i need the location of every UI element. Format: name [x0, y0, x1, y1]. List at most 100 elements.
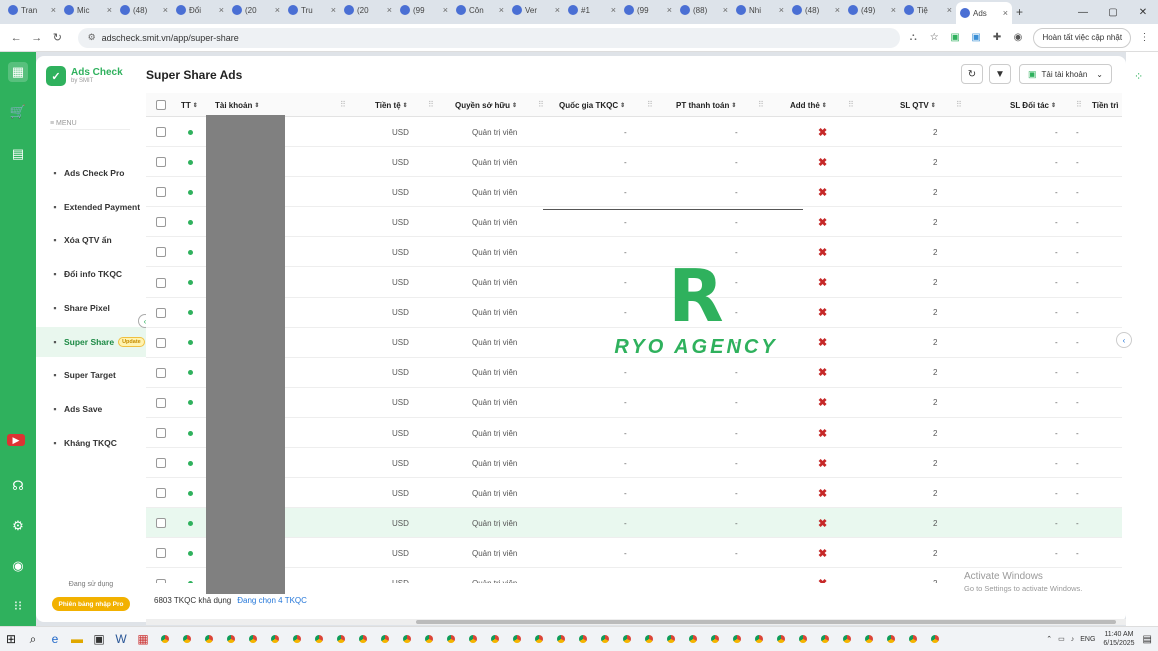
chrome-taskbar-icon[interactable]	[374, 628, 396, 650]
close-tab-icon[interactable]: ×	[947, 5, 952, 15]
sidebar-item[interactable]: ▪ Super Share Update	[36, 326, 146, 357]
maximize-icon[interactable]: ▢	[1098, 0, 1128, 24]
chrome-taskbar-icon[interactable]	[286, 628, 308, 650]
chrome-taskbar-icon[interactable]	[748, 628, 770, 650]
close-tab-icon[interactable]: ×	[779, 5, 784, 15]
chrome-taskbar-icon[interactable]	[242, 628, 264, 650]
close-tab-icon[interactable]: ×	[555, 5, 560, 15]
chrome-taskbar-icon[interactable]	[682, 628, 704, 650]
settings-icon[interactable]: ⚙	[8, 516, 28, 536]
dashboard-icon[interactable]: ▦	[8, 62, 28, 82]
col-tt[interactable]: TT ⇕	[181, 93, 198, 117]
close-tab-icon[interactable]: ×	[1003, 8, 1008, 18]
chrome-taskbar-icon[interactable]	[616, 628, 638, 650]
table-row[interactable]: USD Quản trị viên - - ✖ 2 - -	[146, 177, 1122, 208]
column-grip-icon[interactable]: ⠿	[647, 100, 653, 109]
browser-tab[interactable]: Nhi ×	[732, 0, 788, 20]
chrome-taskbar-icon[interactable]	[528, 628, 550, 650]
col-ownership[interactable]: Quyền sở hữu ⇕	[455, 93, 517, 117]
chrome-taskbar-icon[interactable]	[572, 628, 594, 650]
close-tab-icon[interactable]: ×	[219, 5, 224, 15]
row-checkbox[interactable]	[156, 458, 166, 469]
search-icon[interactable]: ⌕	[22, 628, 44, 650]
close-window-icon[interactable]: ✕	[1128, 0, 1158, 24]
close-tab-icon[interactable]: ×	[51, 5, 56, 15]
chrome-taskbar-icon[interactable]	[660, 628, 682, 650]
chrome-taskbar-icon[interactable]	[352, 628, 374, 650]
browser-tab[interactable]: Đổi ×	[172, 0, 228, 20]
close-tab-icon[interactable]: ×	[611, 5, 616, 15]
network-icon[interactable]: ▭	[1058, 635, 1065, 643]
browser-tab[interactable]: (48) ×	[116, 0, 172, 20]
browser-tab[interactable]: (49) ×	[844, 0, 900, 20]
expand-panel-icon[interactable]: ‹	[1116, 332, 1132, 348]
puzzle-extensions-icon[interactable]: ✚	[990, 30, 1005, 46]
column-grip-icon[interactable]: ⠿	[1076, 100, 1082, 109]
col-country[interactable]: Quốc gia TKQC ⇕	[559, 93, 625, 117]
close-tab-icon[interactable]: ×	[835, 5, 840, 15]
browser-tab[interactable]: #1 ×	[564, 0, 620, 20]
row-checkbox[interactable]	[156, 337, 166, 348]
chrome-taskbar-icon[interactable]	[484, 628, 506, 650]
reload-icon[interactable]: ↻	[47, 31, 68, 44]
row-checkbox[interactable]	[156, 127, 166, 137]
sidebar-item[interactable]: ▪ Kháng TKQC	[36, 428, 146, 458]
row-checkbox[interactable]	[156, 307, 166, 318]
browser-tab[interactable]: Ads ×	[956, 2, 1012, 24]
col-extra[interactable]: Tiền trì	[1092, 93, 1119, 117]
table-row[interactable]: USD Quản trị viên - - ✖ 2 - -	[146, 207, 1122, 238]
youtube-icon[interactable]: ▶	[7, 434, 25, 446]
row-checkbox[interactable]	[156, 277, 166, 288]
close-tab-icon[interactable]: ×	[499, 5, 504, 15]
chrome-taskbar-icon[interactable]	[176, 628, 198, 650]
bookmark-star-icon[interactable]: ☆	[927, 30, 942, 46]
chrome-taskbar-icon[interactable]	[814, 628, 836, 650]
horizontal-scrollbar[interactable]	[146, 619, 1126, 625]
sidebar-item[interactable]: ▪ Super Target	[36, 360, 146, 390]
minimize-icon[interactable]: —	[1068, 0, 1098, 24]
browser-tab[interactable]: (48) ×	[788, 0, 844, 20]
sidebar-item[interactable]: ▪ Đổi info TKQC	[36, 259, 146, 289]
chrome-taskbar-icon[interactable]	[506, 628, 528, 650]
word-icon[interactable]: W	[110, 628, 132, 650]
chrome-taskbar-icon[interactable]	[550, 628, 572, 650]
url-bar[interactable]: ⚙ adscheck.smit.vn/app/super-share	[77, 27, 900, 48]
chrome-taskbar-icon[interactable]	[924, 628, 946, 650]
table-row[interactable]: USD Quản trị viên - - ✖ 2 - -	[146, 147, 1122, 178]
language-indicator[interactable]: ENG	[1080, 636, 1095, 643]
refresh-button[interactable]: ↻	[961, 64, 983, 84]
headset-icon[interactable]: ☊	[8, 476, 28, 496]
account-icon[interactable]: ◉	[8, 556, 28, 576]
row-checkbox[interactable]	[156, 428, 166, 438]
row-checkbox[interactable]	[156, 488, 166, 499]
col-account[interactable]: Tài khoản ⇕	[215, 93, 259, 117]
browser-tab[interactable]: Tiệ ×	[900, 0, 956, 20]
chrome-taskbar-icon[interactable]	[418, 628, 440, 650]
close-tab-icon[interactable]: ×	[387, 5, 392, 15]
column-grip-icon[interactable]: ⠿	[848, 100, 854, 109]
column-grip-icon[interactable]: ⠿	[428, 100, 434, 109]
col-sl-partner[interactable]: SL Đối tác ⇕	[1010, 93, 1056, 117]
sidebar-item[interactable]: ▪ Xóa QTV ẩn	[36, 225, 146, 255]
new-tab-button[interactable]: +	[1016, 5, 1023, 19]
update-button[interactable]: Hoàn tất việc cập nhật	[1033, 27, 1132, 48]
apps-grid-icon[interactable]: ⁝⁝	[8, 596, 28, 616]
row-checkbox[interactable]	[156, 187, 166, 198]
notification-icon[interactable]: ▤	[1143, 634, 1152, 645]
row-checkbox[interactable]	[156, 578, 166, 583]
sidebar-item[interactable]: ▪ Ads Save	[36, 394, 146, 424]
translate-icon[interactable]: ⛬	[906, 30, 921, 46]
profile-icon[interactable]: ◉	[1011, 30, 1026, 46]
browser-tab[interactable]: Ver ×	[508, 0, 564, 20]
browser-tab[interactable]: Côn ×	[452, 0, 508, 20]
cart-icon[interactable]: 🛒	[8, 102, 28, 122]
chrome-taskbar-icon[interactable]	[726, 628, 748, 650]
column-grip-icon[interactable]: ⠿	[340, 100, 346, 109]
back-icon[interactable]: ←	[6, 32, 27, 44]
row-checkbox[interactable]	[156, 217, 166, 228]
store-icon[interactable]: ▣	[88, 628, 110, 650]
chrome-taskbar-icon[interactable]	[704, 628, 726, 650]
chrome-taskbar-icon[interactable]	[154, 628, 176, 650]
browser-tab[interactable]: (88) ×	[676, 0, 732, 20]
chrome-taskbar-icon[interactable]	[264, 628, 286, 650]
